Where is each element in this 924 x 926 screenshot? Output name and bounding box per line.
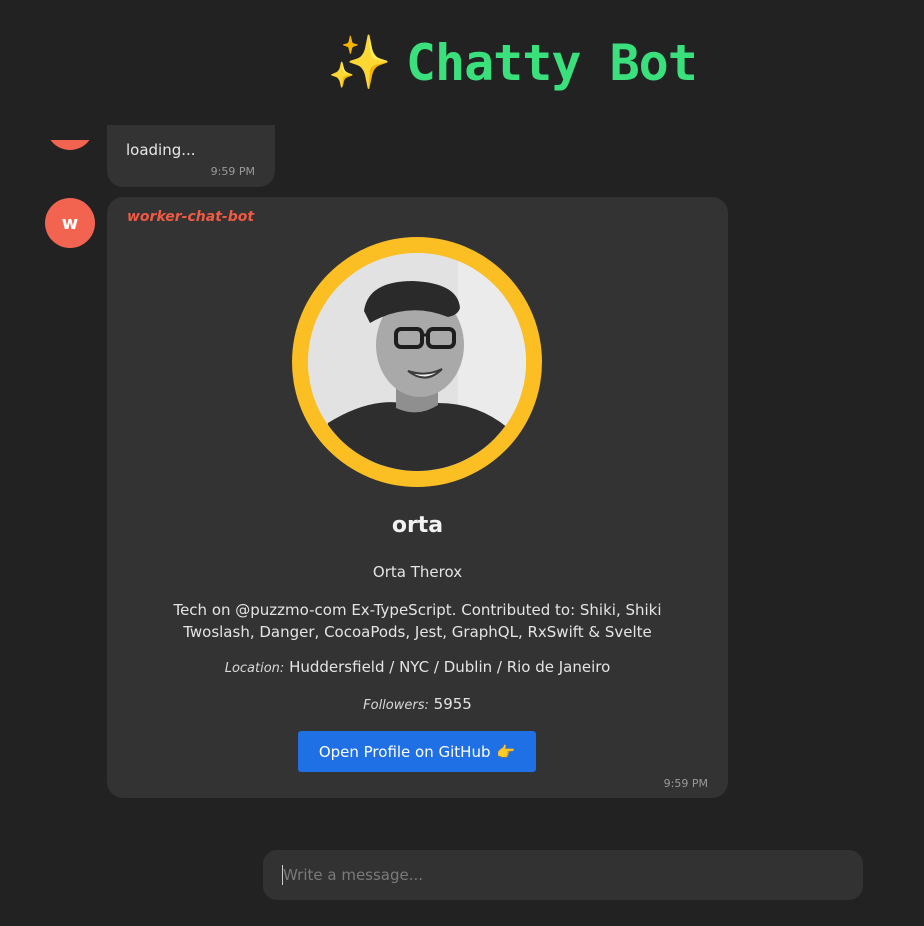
location-value: Huddersfield / NYC / Dublin / Rio de Jan… — [289, 658, 611, 676]
open-github-profile-button[interactable]: Open Profile on GitHub 👉 — [298, 731, 536, 772]
profile-bio: Tech on @puzzmo-com Ex-TypeScript. Contr… — [173, 601, 662, 641]
sparkles-icon: ✨ — [327, 32, 392, 93]
message-input[interactable] — [263, 850, 863, 900]
location-label: Location: — [224, 661, 285, 676]
app-header: ✨ Chatty Bot — [0, 0, 924, 125]
previous-message-time: 9:59 PM — [210, 165, 255, 178]
profile-location: Location: Huddersfield / NYC / Dublin / … — [107, 658, 728, 676]
message-time: 9:59 PM — [663, 777, 708, 790]
app-title: Chatty Bot — [405, 33, 698, 92]
pointing-hand-icon: 👉 — [496, 742, 516, 761]
bot-avatar: w — [45, 198, 95, 248]
profile-followers: Followers: 5955 — [107, 695, 728, 713]
profile-username: orta — [391, 513, 444, 538]
profile-photo — [308, 253, 526, 471]
profile-avatar-ring — [292, 237, 542, 487]
previous-message-bubble: loading... 9:59 PM — [107, 125, 275, 187]
previous-message-text: loading... — [126, 141, 196, 159]
sender-name: worker-chat-bot — [127, 209, 255, 225]
profile-full-name: Orta Therox — [372, 563, 463, 581]
message-composer — [263, 850, 863, 900]
followers-label: Followers: — [363, 698, 429, 713]
profile-photo-illustration — [308, 253, 526, 471]
open-github-profile-label: Open Profile on GitHub — [318, 742, 491, 761]
followers-count: 5955 — [433, 695, 472, 713]
text-cursor — [282, 865, 283, 885]
message-bubble: worker-chat-bot orta Orta Therox Tech on… — [107, 197, 728, 798]
